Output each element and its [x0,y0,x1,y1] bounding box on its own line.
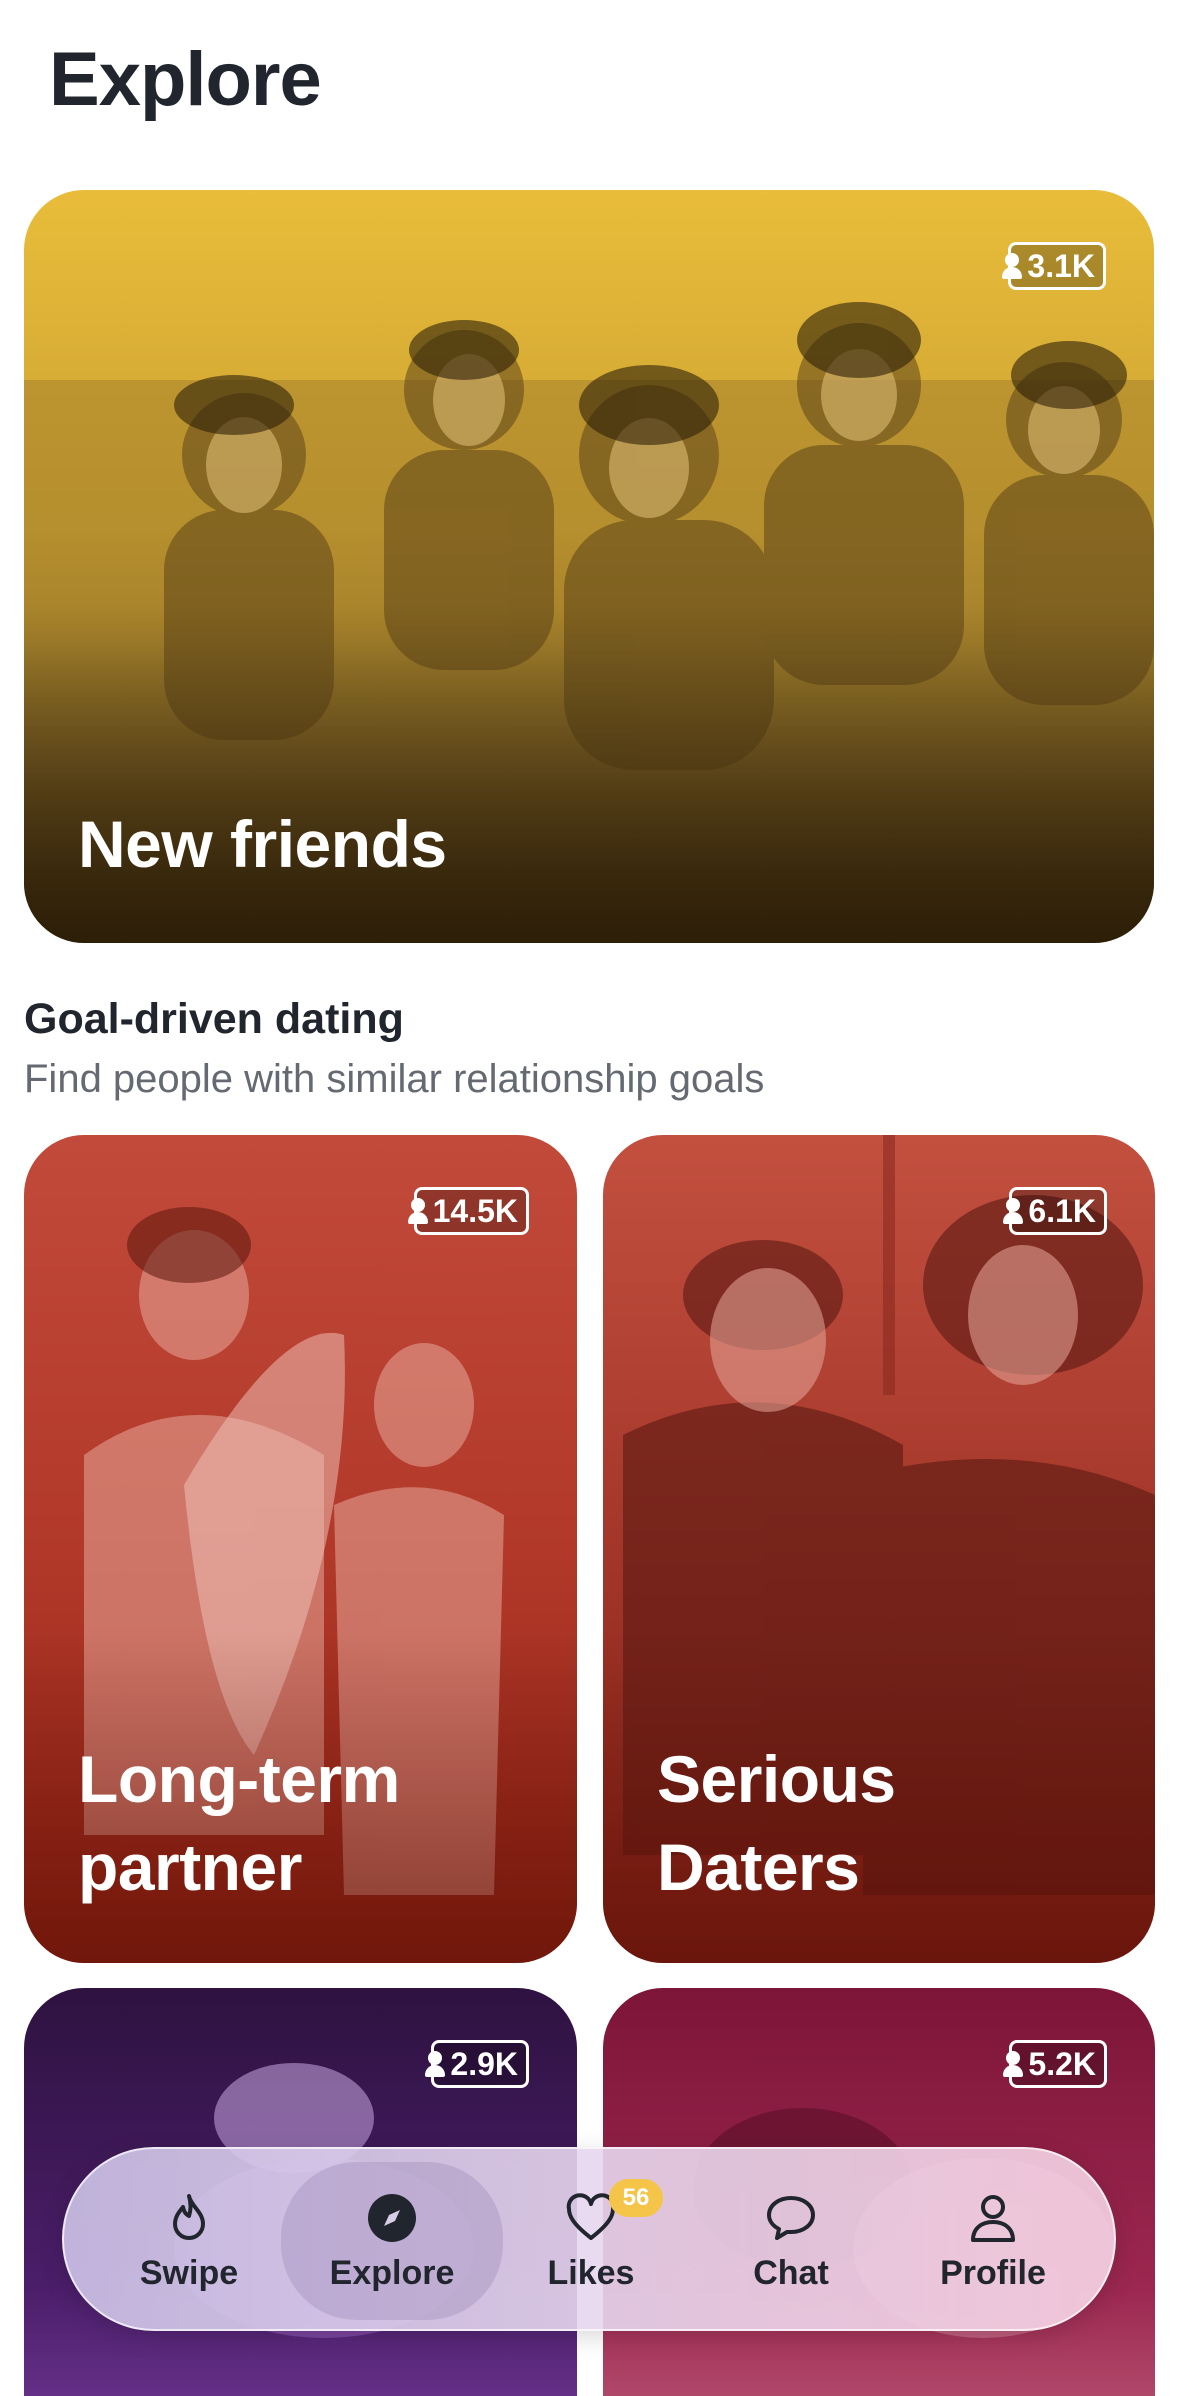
page-title: Explore [49,37,322,122]
card-label: Serious Daters [657,1742,896,1904]
nav-likes[interactable]: Likes 56 [491,2149,691,2333]
new-friends-card[interactable]: 3.1K New friends [24,190,1154,943]
serious-daters-card[interactable]: 6.1K Serious Daters [603,1135,1155,1963]
member-count-badge: 5.2K [1003,2040,1107,2088]
section-subtitle: Find people with similar relationship go… [24,1057,765,1101]
person-icon [407,1196,429,1226]
member-count-badge: 6.1K [1003,1187,1107,1235]
card-label: Long-term partner [78,1742,400,1904]
nav-label: Chat [753,2253,829,2292]
nav-label: Likes [547,2253,635,2292]
member-count-badge: 3.1K [1002,242,1106,290]
section-title: Goal-driven dating [24,995,404,1043]
member-count: 6.1K [1028,1192,1096,1229]
nav-profile[interactable]: Profile [893,2149,1093,2333]
person-icon [1002,1196,1024,1226]
member-count: 14.5K [432,1192,518,1229]
member-count: 3.1K [1027,247,1095,284]
flame-icon [173,2193,205,2240]
likes-count-badge: 56 [609,2179,663,2217]
member-count-badge: 14.5K [407,1187,529,1235]
nav-explore[interactable]: Explore [281,2162,503,2320]
nav-swipe[interactable]: Swipe [89,2149,289,2333]
nav-chat[interactable]: Chat [691,2149,891,2333]
nav-label: Profile [940,2253,1046,2292]
nav-label: Swipe [139,2253,239,2292]
bottom-nav: Swipe Explore Likes 56 Chat Profile [62,2147,1116,2331]
person-icon [971,2194,1015,2242]
person-icon [1002,2049,1024,2079]
long-term-partner-card[interactable]: 14.5K Long-term partner [24,1135,577,1963]
member-count-badge: 2.9K [425,2040,529,2088]
nav-label: Explore [329,2253,455,2292]
person-icon [424,2049,446,2079]
member-count: 5.2K [1028,2045,1096,2082]
person-icon [1001,251,1023,281]
member-count: 2.9K [450,2045,518,2082]
explore-screen: Explore 3.1K New friends Goal-driven dat… [0,0,1179,2396]
card-label: New friends [78,807,447,881]
chat-bubble-icon [767,2195,815,2240]
compass-icon [368,2193,416,2242]
